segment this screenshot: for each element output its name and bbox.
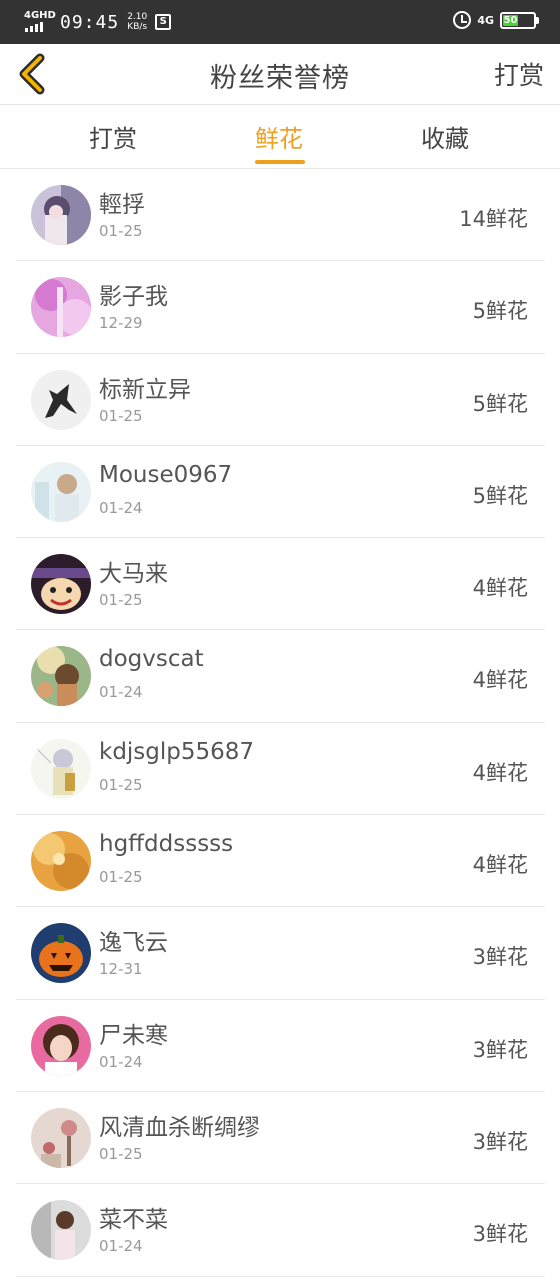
list-item[interactable]: hgffddsssss 01-25 4鲜花 xyxy=(16,815,545,908)
flower-count: 3鲜花 xyxy=(472,1222,528,1247)
list-item[interactable]: 标新立异 01-25 5鲜花 xyxy=(16,354,545,446)
date: 01-25 xyxy=(99,591,143,610)
avatar xyxy=(31,923,91,984)
flower-count: 3鲜花 xyxy=(472,1037,528,1062)
flower-count: 4鲜花 xyxy=(472,576,528,601)
list-item[interactable]: dogvscat 01-24 4鲜花 xyxy=(16,630,545,723)
nav-bar: 粉丝荣誉榜 打赏 xyxy=(0,44,560,105)
date: 01-25 xyxy=(99,406,143,425)
alarm-icon xyxy=(453,11,472,29)
active-tab-indicator xyxy=(255,160,305,164)
battery-level: 50 xyxy=(503,14,518,26)
user-name: 影子我 xyxy=(99,284,168,311)
avatar xyxy=(31,738,91,799)
user-name: 风清血杀断绸缪 xyxy=(99,1114,260,1141)
signal-icon: 4GHD xyxy=(24,11,56,33)
list-item[interactable]: 逸飞云 12-31 3鲜花 xyxy=(16,907,545,1000)
user-name: dogvscat xyxy=(99,646,204,673)
flower-count: 5鲜花 xyxy=(472,391,528,416)
date: 01-25 xyxy=(99,775,143,794)
status-bar: 4GHD 09:45 2.10 KB/s S 4G 50 xyxy=(0,0,560,44)
network-speed: 2.10 KB/s xyxy=(127,12,147,32)
list-item[interactable]: 影子我 12-29 5鲜花 xyxy=(16,261,545,354)
network-type: 4G xyxy=(477,13,494,27)
app-notification-icon: S xyxy=(155,14,172,30)
reward-button[interactable]: 打赏 xyxy=(494,56,544,92)
list-item[interactable]: 輕捊 01-25 14鲜花 xyxy=(16,169,545,262)
list-item[interactable]: kdjsglp55687 01-25 4鲜花 xyxy=(16,723,545,816)
status-left: 4GHD 09:45 2.10 KB/s S xyxy=(24,10,172,34)
tab-bar: 打赏 鲜花 收藏 xyxy=(0,105,560,169)
avatar xyxy=(31,277,91,338)
user-name: 尸未寒 xyxy=(99,1022,168,1049)
flower-count: 3鲜花 xyxy=(472,945,528,970)
user-name: Mouse0967 xyxy=(99,461,233,488)
clock: 09:45 xyxy=(60,11,120,33)
battery-icon: 50 xyxy=(500,11,539,29)
avatar xyxy=(31,461,91,522)
user-name: hgffddsssss xyxy=(99,831,234,858)
flower-count: 4鲜花 xyxy=(472,760,528,785)
tab-flowers[interactable]: 鲜花 xyxy=(219,119,339,154)
date: 01-24 xyxy=(99,1237,143,1256)
date: 12-29 xyxy=(99,314,143,333)
avatar xyxy=(31,554,91,615)
date: 01-24 xyxy=(99,498,143,517)
tab-favorites[interactable]: 收藏 xyxy=(385,119,505,154)
user-name: 大马来 xyxy=(99,561,168,588)
list-item[interactable]: 大马来 01-25 4鲜花 xyxy=(16,538,545,631)
flower-count: 4鲜花 xyxy=(472,853,528,878)
tab-reward[interactable]: 打赏 xyxy=(53,119,173,154)
avatar xyxy=(31,831,91,892)
status-right: 4G 50 xyxy=(453,11,539,29)
date: 01-25 xyxy=(99,222,143,240)
date: 12-31 xyxy=(99,960,143,979)
user-name: 輕捊 xyxy=(99,192,145,218)
flower-count: 4鲜花 xyxy=(472,668,528,693)
flower-count: 5鲜花 xyxy=(472,299,528,324)
user-name: 标新立异 xyxy=(99,376,191,403)
fan-ranking-list: 輕捊 01-25 14鲜花 影子我 12-29 5鲜花 标新立异 01-25 5… xyxy=(0,169,560,1277)
date: 01-25 xyxy=(99,868,143,887)
flower-count: 5鲜花 xyxy=(472,483,528,508)
date: 01-25 xyxy=(99,1144,143,1163)
avatar xyxy=(31,185,91,245)
list-item[interactable]: 尸未寒 01-24 3鲜花 xyxy=(16,1000,545,1092)
speed-value: 2.10 xyxy=(127,12,148,22)
avatar xyxy=(31,369,91,430)
speed-unit: KB/s xyxy=(127,22,148,32)
avatar xyxy=(31,1200,91,1261)
flower-count: 14鲜花 xyxy=(459,207,528,231)
flower-count: 3鲜花 xyxy=(472,1129,528,1154)
avatar xyxy=(31,646,91,707)
list-item[interactable]: 菜不菜 01-24 3鲜花 xyxy=(16,1184,545,1277)
date: 01-24 xyxy=(99,683,143,702)
user-name: kdjsglp55687 xyxy=(99,738,255,765)
network-label: 4GHD xyxy=(24,10,56,21)
list-item[interactable]: Mouse0967 01-24 5鲜花 xyxy=(16,446,545,539)
avatar xyxy=(31,1015,91,1076)
user-name: 菜不菜 xyxy=(99,1207,168,1234)
page-title: 粉丝荣誉榜 xyxy=(210,63,350,94)
avatar xyxy=(31,1107,91,1168)
date: 01-24 xyxy=(99,1052,143,1071)
user-name: 逸飞云 xyxy=(99,930,168,957)
list-item[interactable]: 风清血杀断绸缪 01-25 3鲜花 xyxy=(16,1092,545,1185)
